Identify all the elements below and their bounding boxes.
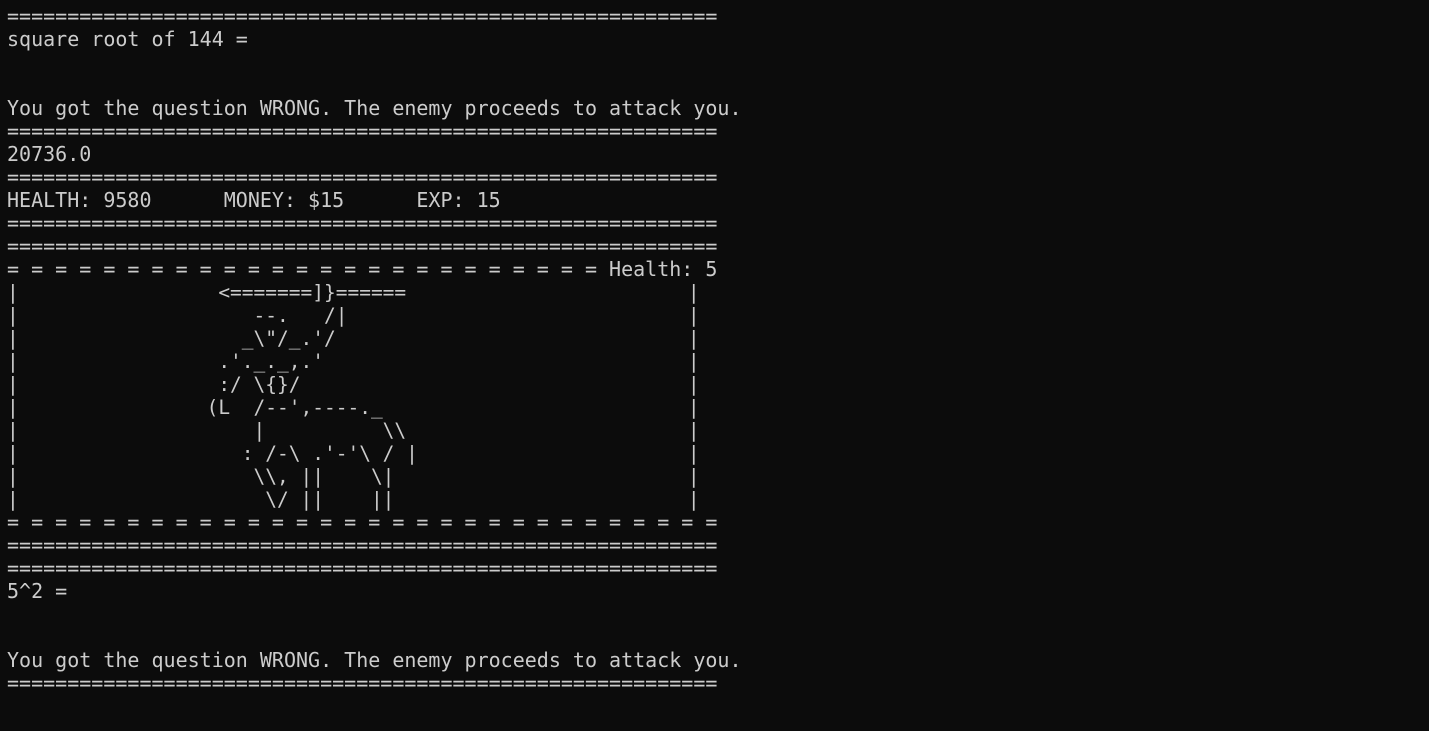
separator-line: ========================================…: [7, 235, 718, 258]
enemy-art-line: | (L /--',----._ |: [7, 396, 700, 419]
terminal-output: ========================================…: [7, 5, 1423, 725]
result-message: You got the question WRONG. The enemy pr…: [7, 97, 742, 120]
enemy-art-line: | \\, || \| |: [7, 465, 700, 488]
enemy-art-line: | _\"/_.'/ |: [7, 327, 700, 350]
question-prompt: square root of 144 =: [7, 28, 248, 51]
separator-line: ========================================…: [7, 5, 718, 28]
separator-line: ========================================…: [7, 166, 718, 189]
enemy-art-line: | .'._._,.' |: [7, 350, 700, 373]
separator-line: ========================================…: [7, 212, 718, 235]
enemy-art-line: | --. /| |: [7, 304, 700, 327]
enemy-art-line: | <=======]}====== |: [7, 281, 700, 304]
separator-line: ========================================…: [7, 120, 718, 143]
enemy-frame-footer: = = = = = = = = = = = = = = = = = = = = …: [7, 511, 718, 534]
enemy-health-header: = = = = = = = = = = = = = = = = = = = = …: [7, 258, 718, 281]
separator-line: ========================================…: [7, 534, 718, 557]
enemy-art-line: | : /-\ .'-'\ / | |: [7, 442, 700, 465]
enemy-art-line: | :/ \{}/ |: [7, 373, 700, 396]
question-prompt: 5^2 =: [7, 580, 68, 603]
result-message: You got the question WRONG. The enemy pr…: [7, 649, 742, 672]
separator-line: ========================================…: [7, 557, 718, 580]
answer-output: 20736.0: [7, 143, 92, 166]
enemy-art-line: | | \\ |: [7, 419, 700, 442]
enemy-art-line: | \/ || || |: [7, 488, 700, 511]
separator-line: ========================================…: [7, 672, 718, 695]
player-stats: HEALTH: 9580 MONEY: $15 EXP: 15: [7, 189, 501, 212]
